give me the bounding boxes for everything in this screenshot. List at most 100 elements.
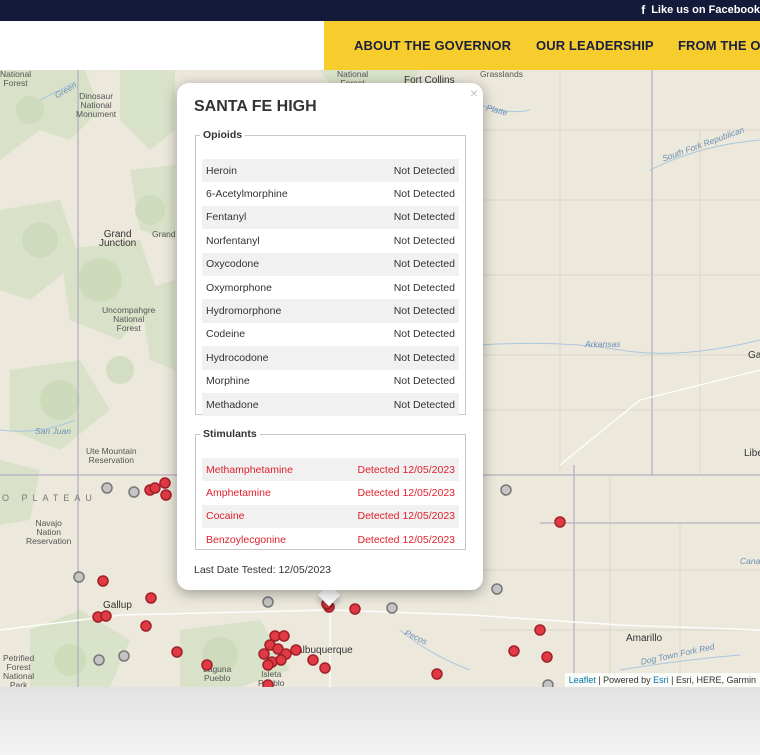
- table-row: Methamphetamine Detected 12/05/2023: [202, 458, 459, 482]
- map-marker-detected[interactable]: [159, 477, 171, 489]
- drug-status: Not Detected: [393, 305, 455, 318]
- map-marker-detected[interactable]: [349, 603, 361, 615]
- map-marker-not-detected[interactable]: [73, 571, 85, 583]
- nav-item-about-governor[interactable]: ABOUT THE GOVERNOR: [354, 38, 511, 53]
- table-row: Amphetamine Detected 12/05/2023: [202, 481, 459, 504]
- drug-status: Not Detected: [393, 258, 455, 271]
- map-marker-not-detected[interactable]: [128, 486, 140, 498]
- drug-status: Not Detected: [393, 211, 455, 224]
- map-marker-detected[interactable]: [160, 489, 172, 501]
- drug-name: Hydromorphone: [206, 305, 282, 318]
- map-marker-detected[interactable]: [171, 646, 183, 658]
- drug-status: Not Detected: [393, 164, 455, 177]
- map-marker-not-detected[interactable]: [491, 583, 503, 595]
- map-attribution: Leaflet | Powered by Esri | Esri, HERE, …: [564, 673, 760, 687]
- drug-name: Fentanyl: [206, 211, 247, 224]
- esri-link[interactable]: Esri: [653, 675, 669, 685]
- close-icon[interactable]: ×: [470, 85, 478, 101]
- leaflet-link[interactable]: Leaflet: [569, 675, 596, 685]
- drug-status: Not Detected: [393, 281, 455, 294]
- table-row: Oxycodone Not Detected: [202, 252, 459, 276]
- drug-name: Hydrocodone: [206, 351, 269, 364]
- drug-status: Not Detected: [393, 234, 455, 247]
- table-row: Fentanyl Not Detected: [202, 205, 459, 230]
- nav-item-from-the-office[interactable]: FROM THE OFFICE: [678, 38, 760, 53]
- drug-name: Methadone: [206, 398, 259, 411]
- popup-title: SANTA FE HIGH: [194, 98, 317, 115]
- facebook-link[interactable]: f Like us on Facebook: [641, 3, 760, 17]
- map-marker-detected[interactable]: [262, 659, 274, 671]
- drug-status: Not Detected: [393, 351, 455, 364]
- map-marker-detected[interactable]: [554, 516, 566, 528]
- drug-status: Not Detected: [393, 375, 455, 388]
- drug-status: Detected 12/05/2023: [357, 463, 456, 476]
- stimulants-legend: Stimulants: [203, 428, 257, 440]
- drug-name: Methamphetamine: [206, 463, 293, 476]
- nav-item-our-leadership[interactable]: OUR LEADERSHIP: [536, 38, 654, 53]
- map-marker-detected[interactable]: [100, 610, 112, 622]
- map-marker-detected[interactable]: [201, 659, 213, 671]
- table-row: Hydrocodone Not Detected: [202, 346, 459, 370]
- top-bar: f Like us on Facebook: [0, 0, 760, 21]
- drug-status: Detected 12/05/2023: [357, 510, 456, 523]
- map-marker-detected[interactable]: [97, 575, 109, 587]
- map-marker-not-detected[interactable]: [500, 484, 512, 496]
- table-row: Norfentanyl Not Detected: [202, 229, 459, 252]
- map-marker-detected[interactable]: [319, 662, 331, 674]
- drug-name: Benzoylecgonine: [206, 533, 286, 546]
- map-marker-detected[interactable]: [149, 482, 161, 494]
- drug-name: Heroin: [206, 164, 237, 177]
- drug-name: Cocaine: [206, 510, 245, 523]
- map-marker-detected[interactable]: [307, 654, 319, 666]
- drug-status: Detected 12/05/2023: [357, 487, 456, 500]
- map-marker-not-detected[interactable]: [386, 602, 398, 614]
- table-row: 6-Acetylmorphine Not Detected: [202, 182, 459, 205]
- drug-name: Oxycodone: [206, 258, 260, 271]
- table-row: Benzoylecgonine Detected 12/05/2023: [202, 528, 459, 551]
- drug-name: Codeine: [206, 328, 246, 341]
- drug-status: Not Detected: [393, 188, 455, 201]
- map-marker-detected[interactable]: [290, 644, 302, 656]
- table-row: Methadone Not Detected: [202, 392, 459, 417]
- map-marker-not-detected[interactable]: [93, 654, 105, 666]
- drug-name: Morphine: [206, 375, 250, 388]
- drug-name: Oxymorphone: [206, 281, 272, 294]
- map-marker-detected[interactable]: [278, 630, 290, 642]
- drug-name: 6-Acetylmorphine: [206, 188, 288, 201]
- table-row: Heroin Not Detected: [202, 159, 459, 183]
- map-marker-detected[interactable]: [140, 620, 152, 632]
- main-nav: ABOUT THE GOVERNOR OUR LEADERSHIP FROM T…: [324, 21, 760, 70]
- opioids-fieldset: Opioids Heroin Not Detected 6-Acetylmorph…: [195, 129, 466, 417]
- attribution-powered: | Powered by: [595, 675, 654, 685]
- page-footer-area: [0, 687, 760, 755]
- drug-status: Not Detected: [393, 398, 455, 411]
- drug-status: Detected 12/05/2023: [357, 533, 456, 546]
- table-row: Cocaine Detected 12/05/2023: [202, 504, 459, 529]
- header-logo-area: [0, 21, 324, 70]
- table-row: Oxymorphone Not Detected: [202, 276, 459, 299]
- map-popup: × SANTA FE HIGH Opioids Heroin Not Detect…: [177, 83, 483, 590]
- table-row: Hydromorphone Not Detected: [202, 299, 459, 323]
- map-marker-detected[interactable]: [258, 648, 270, 660]
- table-row: Morphine Not Detected: [202, 370, 459, 393]
- opioids-legend: Opioids: [203, 129, 243, 141]
- map-marker-not-detected[interactable]: [262, 596, 274, 608]
- stimulants-fieldset: Stimulants Methamphetamine Detected 12/05…: [195, 428, 466, 550]
- drug-status: Not Detected: [393, 328, 455, 341]
- map-marker-detected[interactable]: [541, 651, 553, 663]
- stimulants-table: Methamphetamine Detected 12/05/2023 Amphe…: [202, 458, 459, 552]
- map-marker-detected[interactable]: [508, 645, 520, 657]
- drug-name: Amphetamine: [206, 487, 271, 500]
- last-date-tested: Last Date Tested: 12/05/2023: [194, 564, 331, 576]
- map-marker-detected[interactable]: [262, 679, 274, 687]
- map-marker-not-detected[interactable]: [101, 482, 113, 494]
- opioids-table: Heroin Not Detected 6-Acetylmorphine Not D…: [202, 159, 459, 417]
- map-marker-not-detected[interactable]: [542, 679, 554, 687]
- map-marker-not-detected[interactable]: [118, 650, 130, 662]
- map-marker-detected[interactable]: [145, 592, 157, 604]
- map-marker-detected[interactable]: [534, 624, 546, 636]
- drug-name: Norfentanyl: [206, 234, 260, 247]
- table-row: Codeine Not Detected: [202, 323, 459, 346]
- map-marker-detected[interactable]: [275, 654, 287, 666]
- map-marker-detected[interactable]: [431, 668, 443, 680]
